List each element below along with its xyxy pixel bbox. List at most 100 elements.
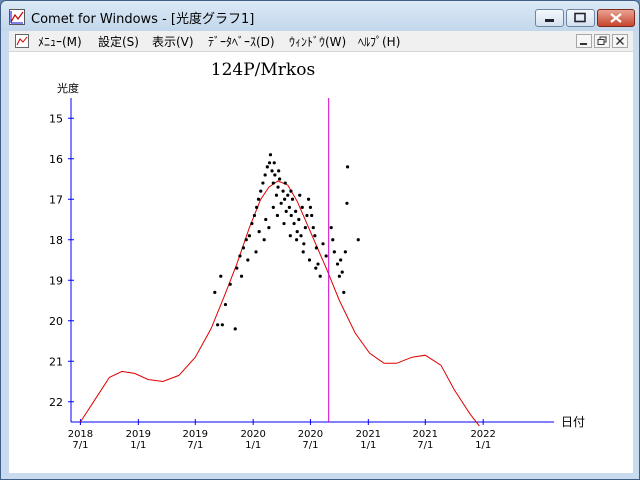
observation-point — [220, 323, 224, 327]
y-tick-label: 15 — [49, 112, 63, 125]
observation-point — [289, 213, 293, 218]
observation-point — [273, 173, 277, 177]
observation-point — [268, 153, 273, 157]
child-minimize-button[interactable] — [576, 34, 592, 48]
observation-point — [305, 213, 309, 218]
observation-point — [271, 181, 275, 185]
observation-point — [292, 221, 296, 226]
menu-window[interactable]: ｳｨﾝﾄﾞｳ(W) — [289, 33, 346, 50]
x-tick-year-label: 2020 — [240, 429, 265, 440]
observation-point — [277, 169, 281, 173]
document-chart-icon[interactable] — [15, 34, 29, 48]
observation-point — [297, 217, 301, 222]
observation-point — [216, 323, 220, 327]
observation-point — [267, 226, 271, 230]
observation-point — [329, 226, 333, 230]
observation-point — [257, 230, 261, 234]
restore-icon — [597, 36, 607, 45]
observation-point — [213, 290, 217, 294]
observation-point — [263, 173, 267, 177]
x-tick-date-label: 1/1 — [130, 440, 146, 451]
menu-settings[interactable]: 設定(S) — [98, 33, 139, 50]
observation-point — [314, 246, 319, 250]
observation-point — [279, 201, 283, 205]
minimize-icon — [580, 43, 587, 45]
observation-point — [300, 205, 304, 209]
observation-point — [241, 246, 246, 250]
observation-point — [308, 205, 313, 209]
observation-point — [272, 161, 276, 165]
minimize-icon — [545, 19, 554, 22]
observation-point — [235, 266, 239, 270]
observation-point — [295, 230, 299, 234]
observation-point — [313, 234, 317, 238]
menu-main[interactable]: ﾒﾆｭｰ(M) — [38, 33, 82, 50]
x-tick-date-label: 7/1 — [72, 440, 88, 451]
y-tick-label: 20 — [49, 315, 63, 328]
x-tick-year-label: 2019 — [126, 429, 151, 440]
y-tick-label: 17 — [49, 193, 63, 206]
observation-point — [278, 177, 282, 181]
observation-point — [342, 290, 346, 294]
observation-point — [345, 165, 350, 169]
x-tick-date-label: 1/1 — [475, 440, 491, 451]
observation-point — [274, 193, 279, 197]
light-curve-panel: 124P/Mrkos 光度 日付 15 16 17 18 19 20 21 22 2018 7/1… — [9, 52, 633, 473]
y-tick-label: 22 — [49, 396, 63, 409]
observation-point — [250, 221, 254, 226]
observation-point — [281, 189, 285, 193]
observation-point — [289, 189, 293, 193]
x-tick-date-label: 7/1 — [187, 440, 203, 451]
observation-point — [298, 193, 302, 197]
observation-point — [228, 282, 232, 286]
x-axis-label: 日付 — [561, 415, 585, 429]
maximize-button[interactable] — [566, 9, 595, 27]
restore-icon — [574, 12, 586, 23]
observation-point — [339, 258, 343, 262]
observation-point — [321, 242, 325, 246]
observation-point — [284, 209, 288, 213]
minimize-button[interactable] — [535, 9, 564, 27]
observation-point — [239, 274, 244, 278]
child-close-button[interactable] — [612, 34, 628, 48]
observation-point — [345, 201, 349, 205]
close-button[interactable] — [597, 9, 635, 27]
observation-point — [275, 213, 280, 218]
y-tick-label: 16 — [49, 153, 63, 166]
app-window: Comet for Windows - [光度グラフ1] ﾒﾆｭｰ(M) 設定(… — [0, 0, 640, 480]
observation-point — [287, 205, 291, 209]
observation-point — [254, 250, 258, 254]
observation-point — [223, 302, 228, 307]
y-axis-label: 光度 — [57, 81, 79, 95]
x-tick-year-label: 2021 — [413, 429, 438, 440]
observation-point — [337, 274, 341, 278]
observation-point — [331, 238, 335, 242]
observation-point — [307, 258, 312, 262]
observation-point — [283, 181, 287, 185]
observation-point — [294, 238, 299, 242]
observation-point — [265, 165, 269, 169]
observation-point — [252, 213, 257, 218]
y-tick-label: 18 — [49, 234, 63, 247]
observation-point — [255, 205, 259, 209]
observation-point — [283, 197, 287, 201]
observation-point — [267, 161, 272, 165]
y-tick-label: 19 — [49, 274, 63, 287]
menu-view[interactable]: 表示(V) — [152, 33, 194, 50]
observation-point — [270, 169, 274, 173]
title-bar[interactable]: Comet for Windows - [光度グラフ1] — [1, 1, 639, 31]
observation-point — [316, 262, 320, 266]
observation-point — [306, 197, 311, 201]
observation-point — [324, 254, 328, 258]
observation-point — [264, 217, 268, 222]
menu-database[interactable]: ﾃﾞｰﾀﾍﾞｰｽ(D) — [208, 33, 275, 50]
y-tick-label: 21 — [49, 355, 63, 368]
observation-point — [246, 258, 250, 262]
menu-help[interactable]: ﾍﾙﾌﾟ(H) — [358, 33, 400, 50]
predicted-magnitude-curve — [79, 180, 480, 427]
observation-point — [271, 205, 275, 209]
child-restore-button[interactable] — [594, 34, 610, 48]
observation-point — [290, 197, 295, 201]
observation-point — [261, 181, 265, 185]
close-icon — [616, 37, 624, 45]
